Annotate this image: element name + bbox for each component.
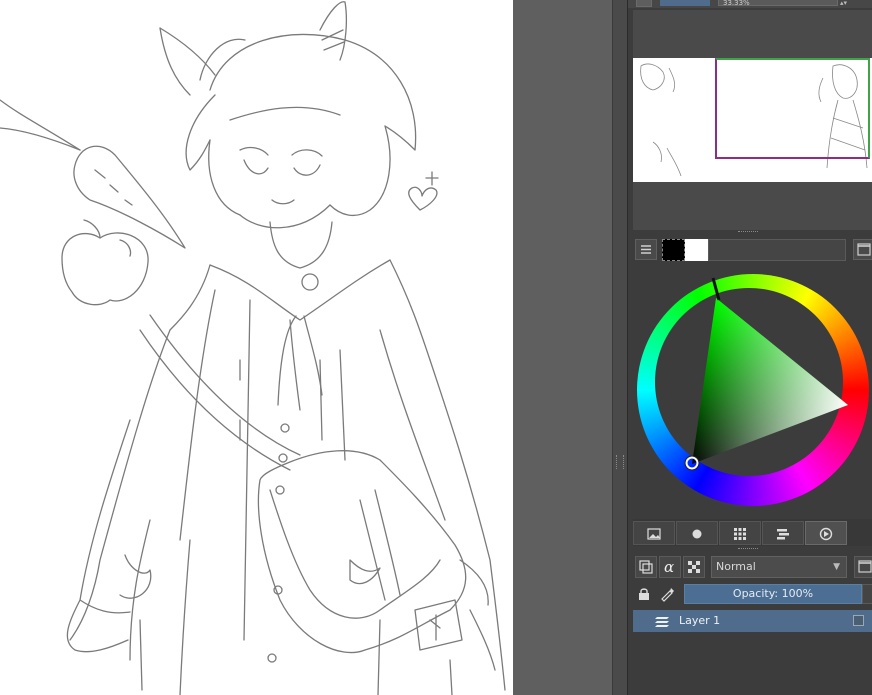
overview-zoom-field[interactable]: 33.33% [718, 0, 838, 6]
color-selector[interactable] [633, 266, 872, 516]
chevron-down-icon: ▼ [833, 562, 840, 572]
layer-visibility-checkbox[interactable] [853, 615, 864, 626]
layer-list[interactable]: Layer 1 [633, 608, 872, 695]
lock-icon[interactable] [637, 587, 651, 604]
canvas-vertical-scrollbar[interactable] [612, 0, 627, 695]
tab-adjust-docker[interactable] [762, 521, 804, 545]
layer-stack-icon [655, 614, 671, 631]
tab-color-wheel-docker[interactable] [805, 521, 847, 545]
palette-grid-icon [734, 528, 746, 540]
layer-name: Layer 1 [679, 614, 721, 627]
layers-toolbar: α Normal ▼ [633, 554, 872, 580]
layer-row[interactable]: Layer 1 [633, 610, 872, 632]
overview-mode-button[interactable] [636, 0, 652, 7]
overview-docker[interactable] [633, 10, 872, 230]
blend-mode-select[interactable]: Normal ▼ [711, 556, 847, 578]
color-history-bar[interactable] [708, 239, 846, 261]
checker-icon [688, 561, 700, 573]
window-icon [857, 243, 871, 256]
tab-image-docker[interactable] [633, 521, 675, 545]
hamburger-icon [641, 245, 651, 254]
layer-clipping-button[interactable] [635, 556, 657, 578]
overview-zoom-slider[interactable] [660, 0, 710, 6]
foreground-color-swatch[interactable] [662, 239, 685, 261]
scrollbar-grip[interactable] [616, 455, 624, 469]
canvas-area[interactable] [0, 0, 627, 695]
blend-mode-value: Normal [716, 560, 756, 573]
float-docker-button[interactable] [853, 239, 872, 260]
tab-brush-docker[interactable] [676, 521, 718, 545]
window-icon [858, 560, 872, 573]
panel-splitter[interactable] [738, 548, 758, 551]
color-triangle[interactable] [633, 266, 872, 516]
docker-panel: 33.33% ▴▾ α Normal ▼ Opacity: 100% Layer… [627, 0, 872, 695]
opacity-slider-end[interactable] [862, 584, 872, 604]
overview-viewport-rect[interactable] [715, 58, 870, 159]
inherit-alpha-icon[interactable] [659, 586, 675, 605]
background-color-swatch[interactable] [685, 239, 708, 261]
docker-tab-strip [633, 519, 872, 546]
opacity-slider[interactable]: Opacity: 100% [684, 584, 862, 604]
color-picker-handle [685, 456, 699, 470]
adjust-bars-icon [777, 529, 789, 540]
transparency-lock-button[interactable] [683, 556, 705, 578]
sketch-drawing [0, 1, 506, 695]
sketch-artwork[interactable] [0, 0, 513, 695]
alpha-icon: α [664, 558, 674, 576]
brush-dot-icon [692, 529, 702, 539]
tab-palette-docker[interactable] [719, 521, 761, 545]
overview-thumbnail[interactable] [633, 58, 872, 182]
clip-layers-icon [639, 560, 653, 574]
color-menu-button[interactable] [635, 239, 657, 260]
color-wheel-icon [819, 527, 833, 541]
image-icon [647, 528, 661, 540]
alpha-lock-button[interactable]: α [659, 556, 681, 578]
panel-splitter[interactable] [738, 231, 758, 234]
overview-toolbar: 33.33% ▴▾ [628, 0, 872, 8]
float-docker-button[interactable] [854, 556, 872, 578]
color-docker-header [633, 238, 872, 262]
overview-stepper[interactable]: ▴▾ [840, 0, 850, 7]
svg-text:α: α [664, 558, 674, 576]
layer-opacity-row: Opacity: 100% [633, 583, 872, 605]
